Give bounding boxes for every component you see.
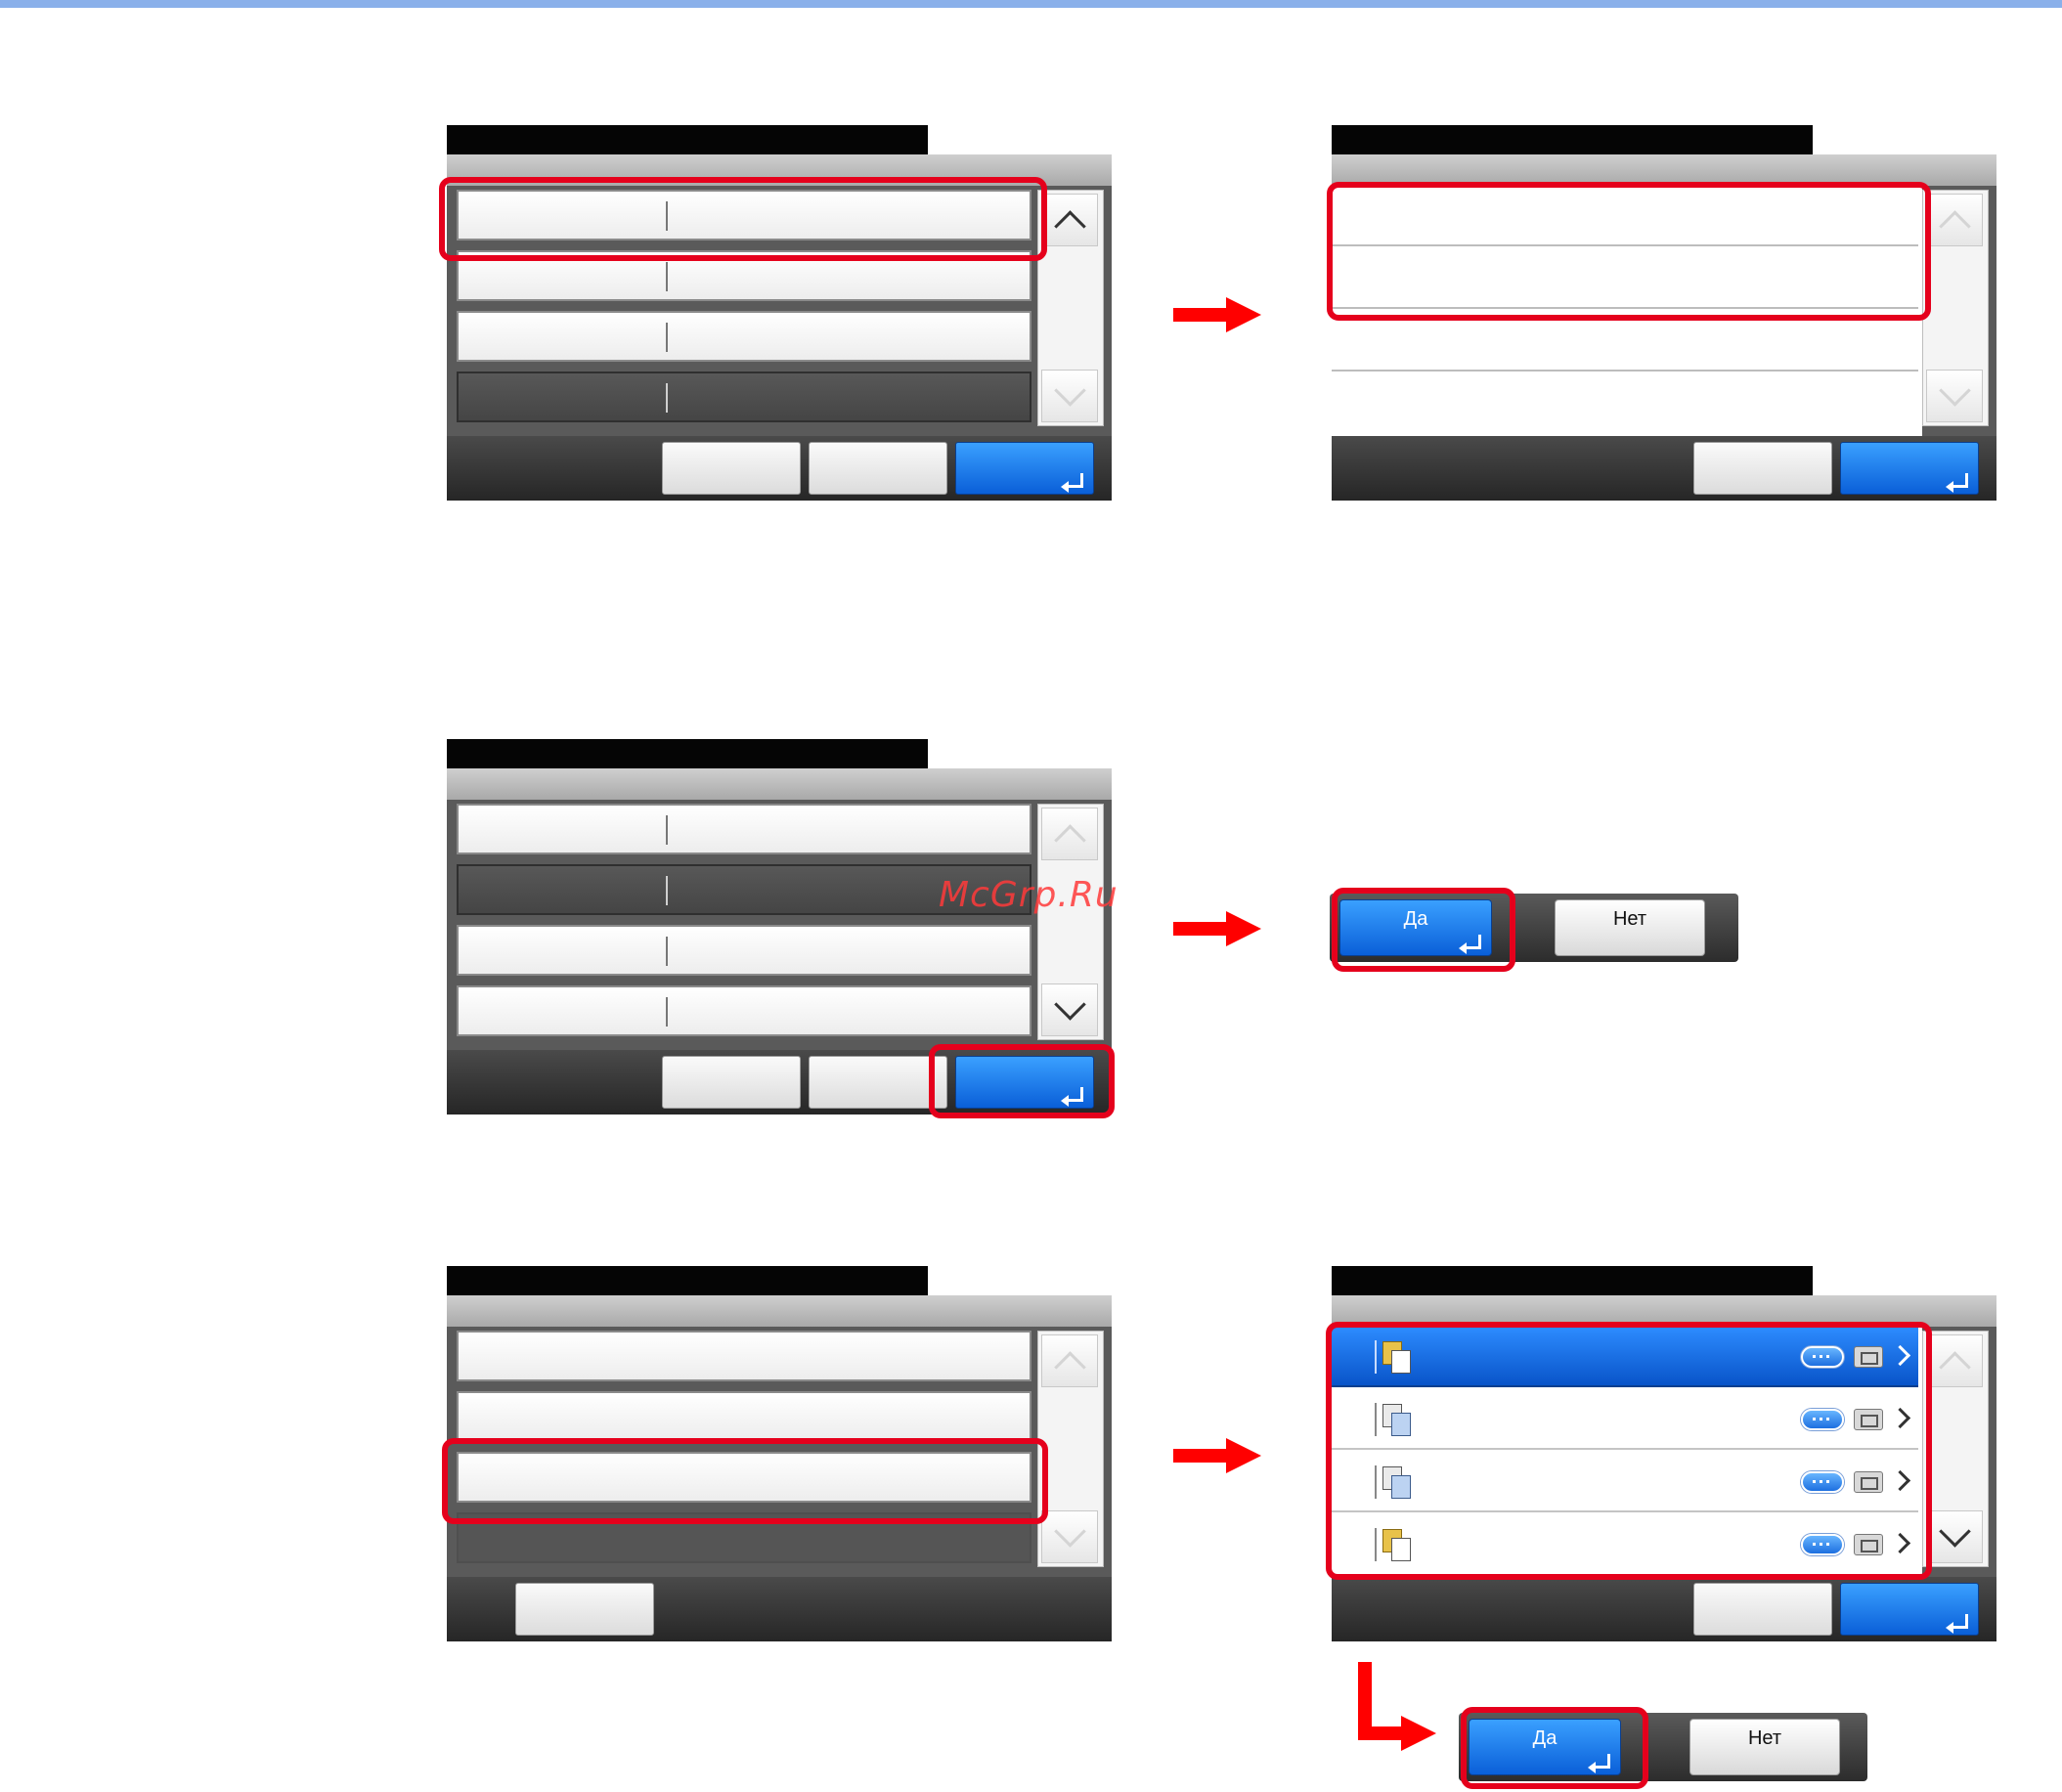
- highlight-frame: [1332, 888, 1515, 972]
- list-row-1[interactable]: [457, 804, 1031, 854]
- scroll-up-button[interactable]: [1041, 194, 1098, 246]
- list-row-4[interactable]: [457, 985, 1031, 1036]
- screen-title-bar: [447, 1266, 928, 1295]
- scrollbar: [1922, 1331, 1989, 1567]
- list-row-1[interactable]: [457, 1331, 1031, 1381]
- secondary-button-1[interactable]: [662, 442, 801, 495]
- cancel-button[interactable]: [1693, 1583, 1832, 1636]
- secondary-button-2[interactable]: [809, 442, 947, 495]
- arrow-shaft: [1173, 922, 1230, 936]
- screen-title-bar: [447, 739, 928, 768]
- highlight-frame: [1461, 1707, 1648, 1789]
- chevron-up-icon: [1053, 209, 1086, 242]
- right-arrow-icon: [1173, 297, 1261, 332]
- highlight-frame: [1326, 1322, 1932, 1580]
- screen-sub-header: [447, 1295, 1112, 1327]
- bottom-action-bar: [1332, 1577, 1996, 1641]
- list-row-3[interactable]: [457, 925, 1031, 976]
- scroll-up-button[interactable]: [1041, 1334, 1098, 1387]
- bottom-action-bar: [1332, 436, 1996, 501]
- scroll-up-button[interactable]: [1041, 808, 1098, 860]
- right-arrow-icon: [1173, 911, 1261, 946]
- enter-icon: [1946, 473, 1968, 493]
- settings-list: [457, 804, 1031, 1040]
- screen-title-bar: [447, 125, 928, 154]
- row-divider: [666, 323, 668, 352]
- chevron-down-icon: [1053, 373, 1086, 407]
- screen-title-bar: [1332, 1266, 1813, 1295]
- chevron-up-icon: [1938, 209, 1971, 242]
- row-divider: [666, 262, 668, 291]
- arrow-head: [1226, 911, 1261, 946]
- scroll-down-button[interactable]: [1041, 1510, 1098, 1563]
- row-divider: [666, 815, 668, 845]
- arrow-shaft: [1173, 308, 1230, 322]
- no-button[interactable]: Нет: [1555, 899, 1705, 956]
- chevron-down-icon: [1053, 987, 1086, 1021]
- chevron-down-icon: [1938, 373, 1971, 407]
- right-arrow-icon: [1173, 1438, 1261, 1473]
- enter-icon: [1061, 473, 1083, 493]
- scroll-up-button[interactable]: [1926, 1334, 1983, 1387]
- chevron-down-icon: [1053, 1514, 1086, 1548]
- cancel-button[interactable]: [1693, 442, 1832, 495]
- list-row-3[interactable]: [457, 311, 1031, 362]
- list-row-4[interactable]: [457, 372, 1031, 422]
- scrollbar: [1037, 804, 1104, 1040]
- ok-button[interactable]: [1840, 442, 1979, 495]
- chevron-up-icon: [1938, 1350, 1971, 1383]
- highlight-frame: [442, 1438, 1048, 1524]
- ok-button[interactable]: [1840, 1583, 1979, 1636]
- scroll-down-button[interactable]: [1926, 370, 1983, 422]
- option-row-4[interactable]: [1332, 373, 1918, 434]
- back-button[interactable]: [515, 1583, 654, 1636]
- bottom-action-bar: [447, 436, 1112, 501]
- arrow-shaft: [1358, 1726, 1405, 1740]
- bottom-action-bar: [447, 1577, 1112, 1641]
- highlight-frame: [929, 1044, 1115, 1118]
- arrow-shaft: [1173, 1449, 1230, 1463]
- scroll-down-button[interactable]: [1926, 1510, 1983, 1563]
- screen-sub-header: [447, 768, 1112, 800]
- row-divider: [666, 937, 668, 966]
- scroll-down-button[interactable]: [1041, 370, 1098, 422]
- chevron-down-icon: [1938, 1514, 1971, 1548]
- page-top-rule: [0, 0, 2062, 8]
- secondary-button-2[interactable]: [809, 1056, 947, 1109]
- arrow-head: [1226, 297, 1261, 332]
- enter-icon: [1946, 1614, 1968, 1634]
- secondary-button-1[interactable]: [662, 1056, 801, 1109]
- screen-title-bar: [1332, 125, 1813, 154]
- ok-button[interactable]: [955, 442, 1094, 495]
- chevron-up-icon: [1053, 1350, 1086, 1383]
- arrow-head: [1401, 1716, 1436, 1751]
- scrollbar: [1922, 190, 1989, 426]
- highlight-frame: [439, 177, 1047, 261]
- row-divider: [666, 997, 668, 1027]
- row-divider: [666, 876, 668, 905]
- arrow-head: [1226, 1438, 1261, 1473]
- scroll-down-button[interactable]: [1041, 983, 1098, 1036]
- no-button[interactable]: Нет: [1689, 1719, 1840, 1775]
- scrollbar: [1037, 190, 1104, 426]
- scroll-up-button[interactable]: [1926, 194, 1983, 246]
- row-divider: [666, 383, 668, 413]
- chevron-up-icon: [1053, 823, 1086, 856]
- highlight-frame: [1327, 182, 1931, 321]
- watermark: McGrp.Ru: [939, 875, 1119, 915]
- list-row-2[interactable]: [457, 1391, 1031, 1442]
